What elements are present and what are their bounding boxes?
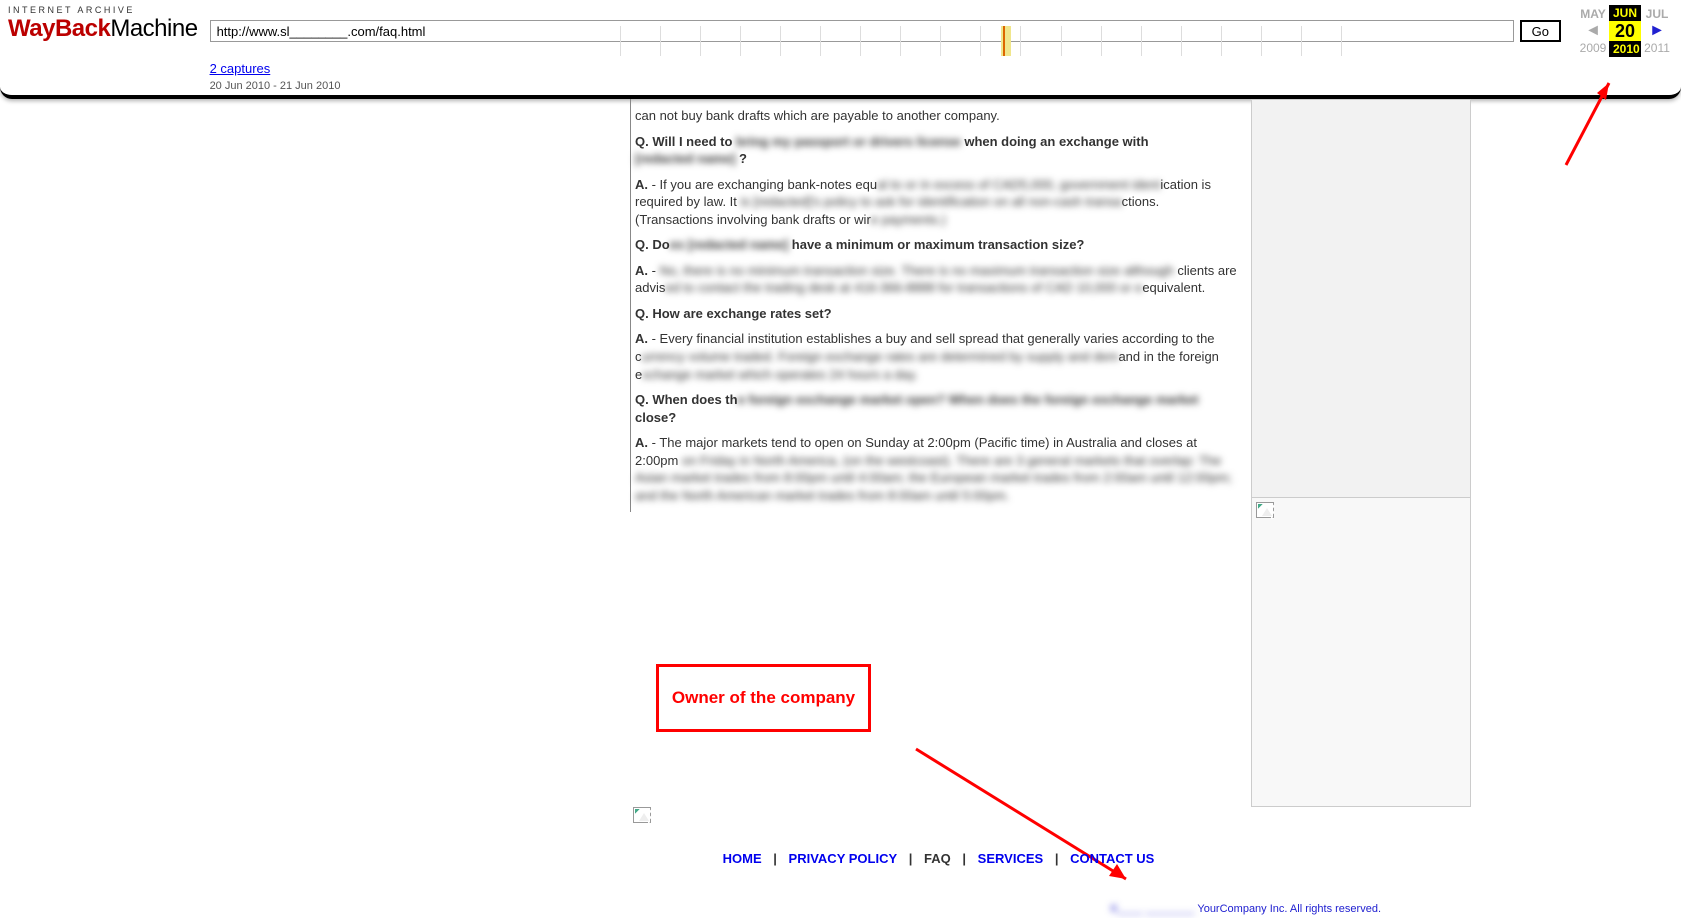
annotation-owner-box: Owner of the company (656, 664, 871, 732)
footer-nav: HOME | PRIVACY POLICY | FAQ | SERVICES |… (631, 851, 1246, 866)
right-sidebar-lower (1251, 497, 1471, 807)
faq-q2: Q. Does [redacted name] have a minimum o… (635, 236, 1241, 254)
timeline[interactable] (620, 26, 1381, 56)
faq-content: can not buy bank drafts which are payabl… (631, 107, 1245, 504)
next-arrow-icon: ► (1641, 21, 1673, 41)
prev-month[interactable]: MAY ◄ 2009 (1577, 7, 1609, 55)
footer-home-link[interactable]: HOME (723, 851, 762, 866)
broken-image-icon (633, 807, 651, 823)
go-button[interactable]: Go (1520, 20, 1561, 42)
faq-a2: A. - No, there is no minimum transaction… (635, 262, 1241, 297)
faq-a4: A. - The major markets tend to open on S… (635, 434, 1241, 504)
date-nav: MAY ◄ 2009 JUN 20 2010 JUL ► 2011 (1577, 5, 1673, 57)
faq-a3: A. - Every financial institution establi… (635, 330, 1241, 383)
footer-services-link[interactable]: SERVICES (978, 851, 1044, 866)
footer-faq-current: FAQ (924, 851, 951, 866)
footer-privacy-link[interactable]: PRIVACY POLICY (789, 851, 898, 866)
captures-link[interactable]: 2 captures (210, 61, 271, 76)
faq-q1: Q. Will I need to bring my passport or d… (635, 133, 1241, 168)
broken-image-icon (1256, 502, 1274, 518)
wayback-toolbar: INTERNET ARCHIVE WayBackMachine Go MAY ◄… (0, 0, 1681, 99)
faq-a1: A. - If you are exchanging bank-notes eq… (635, 176, 1241, 229)
faq-q4: Q. When does the foreign exchange market… (635, 391, 1241, 426)
footer: HOME | PRIVACY POLICY | FAQ | SERVICES |… (631, 809, 1246, 866)
ia-label: INTERNET ARCHIVE (8, 5, 198, 15)
faq-partial-answer: can not buy bank drafts which are payabl… (635, 107, 1241, 125)
next-month[interactable]: JUL ► 2011 (1641, 7, 1673, 55)
current-date[interactable]: JUN 20 2010 (1609, 5, 1641, 57)
prev-arrow-icon: ◄ (1577, 21, 1609, 41)
date-range-text: 20 Jun 2010 - 21 Jun 2010 (210, 80, 1673, 92)
wayback-logo[interactable]: INTERNET ARCHIVE WayBackMachine (8, 5, 198, 43)
copyright-text: K____ ________ YourCompany Inc. All righ… (981, 903, 1381, 915)
faq-q3: Q. How are exchange rates set? (635, 305, 1241, 323)
footer-contact-link[interactable]: CONTACT US (1070, 851, 1154, 866)
